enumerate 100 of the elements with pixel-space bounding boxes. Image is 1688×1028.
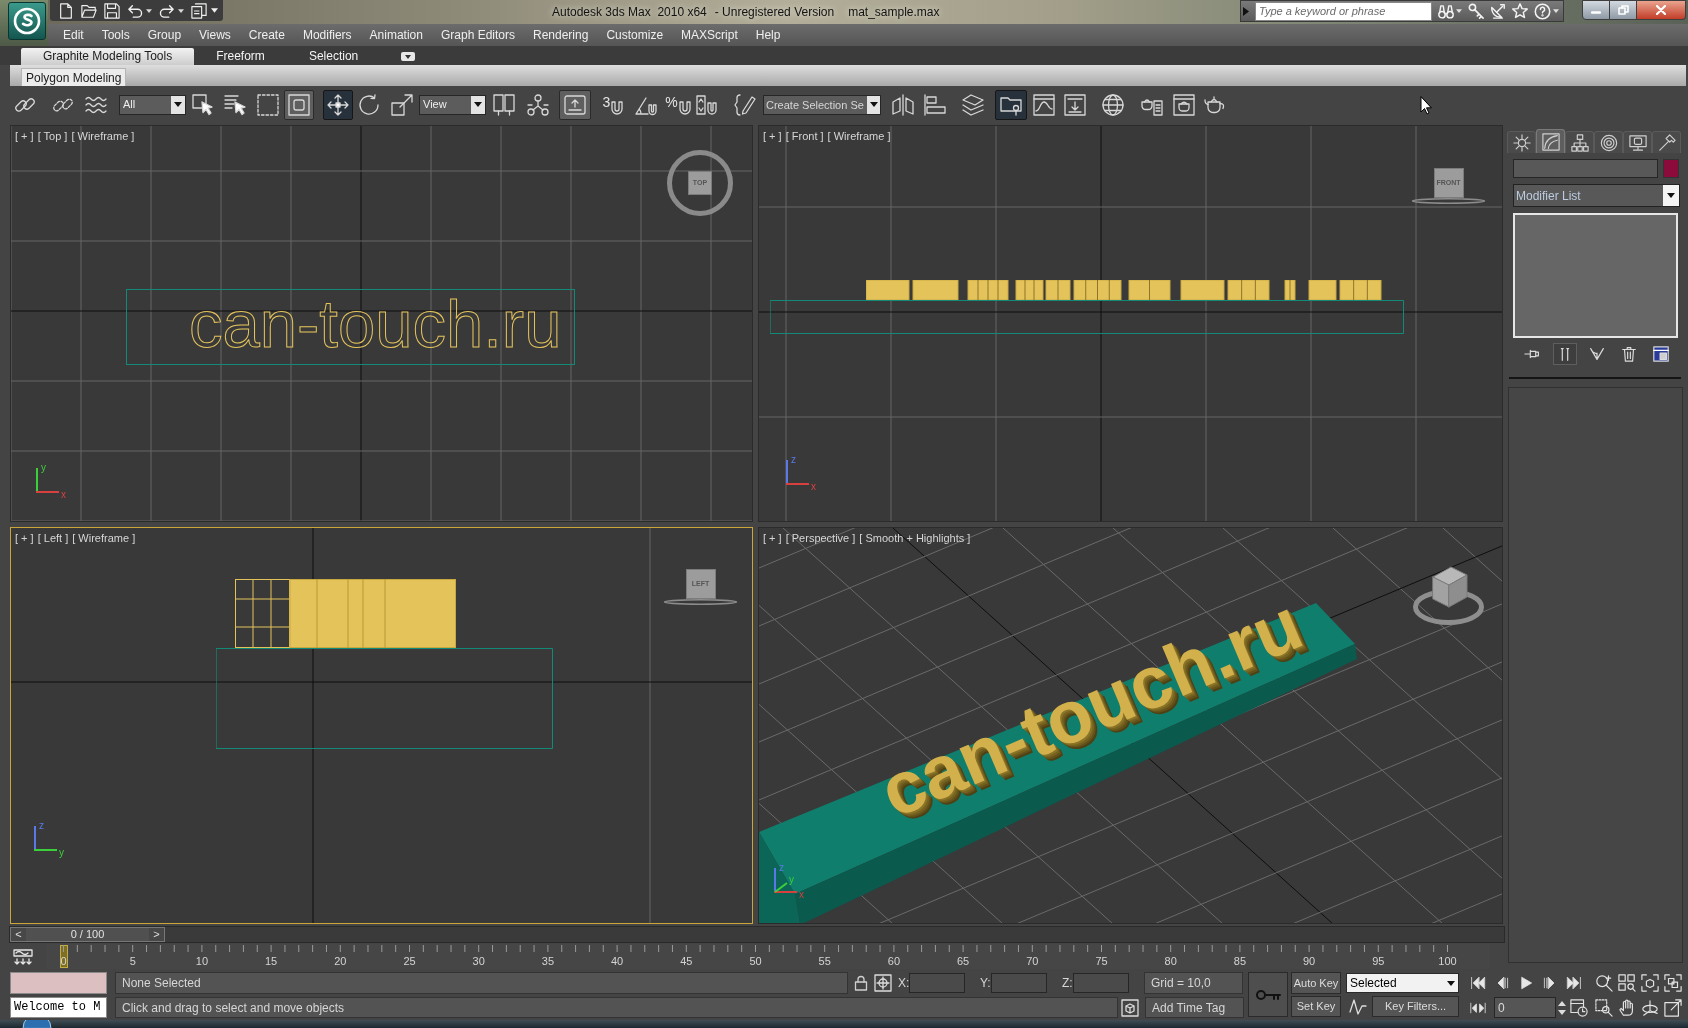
command-panel-tab[interactable] xyxy=(1594,131,1623,153)
menu-item[interactable]: Customize xyxy=(597,24,673,46)
viewport-point-of-view-menu[interactable]: [ Perspective ] xyxy=(785,530,856,547)
time-slider-track[interactable]: < 0 / 100 > xyxy=(9,925,1505,943)
ribbon-tab[interactable]: Graphite Modeling Tools xyxy=(21,48,195,65)
menu-item[interactable]: Modifiers xyxy=(293,24,361,46)
cube-box-icon[interactable] xyxy=(1121,998,1139,1017)
selection-filter-dropdown[interactable]: All xyxy=(119,94,186,115)
maximize-button[interactable] xyxy=(1610,0,1637,20)
selection-set-field[interactable]: Create Selection Se xyxy=(763,94,881,115)
undo-arrow-icon[interactable] xyxy=(127,3,143,18)
help-icon[interactable] xyxy=(1534,2,1551,20)
ribbon-panel-tab[interactable]: Polygon Modeling xyxy=(21,68,127,86)
modifier-list-dropdown[interactable]: Modifier List xyxy=(1513,184,1680,207)
grid-magnifier-icon[interactable] xyxy=(1617,974,1636,992)
redo-arrow-icon[interactable] xyxy=(159,3,175,18)
ribbon-tab[interactable]: Selection xyxy=(286,48,381,65)
command-panel-tab[interactable] xyxy=(1623,131,1652,153)
viewport-general-menu[interactable]: [ + ] xyxy=(15,128,34,145)
object-color-swatch[interactable] xyxy=(1663,159,1679,178)
application-button[interactable] xyxy=(8,2,46,40)
reference-coordinate-dropdown[interactable]: View xyxy=(419,94,486,115)
viewport-point-of-view-menu[interactable]: [ Left ] xyxy=(37,530,69,547)
command-panel-tab[interactable] xyxy=(1536,129,1565,153)
key-filter-mode-dropdown[interactable]: Selected xyxy=(1346,973,1459,993)
outward-arrows-icon[interactable] xyxy=(1470,1000,1486,1015)
binoculars-icon[interactable] xyxy=(1438,3,1454,19)
go-to-start-icon[interactable] xyxy=(1470,975,1486,991)
crosshair-icon[interactable] xyxy=(874,974,892,992)
viewport-point-of-view-menu[interactable]: [ Front ] xyxy=(785,128,824,145)
time-slider-thumb[interactable]: < 0 / 100 > xyxy=(10,926,165,942)
documents-icon[interactable] xyxy=(191,2,207,19)
menu-item[interactable]: Animation xyxy=(360,24,432,46)
menu-item[interactable]: Help xyxy=(746,24,790,46)
viewport-general-menu[interactable]: [ + ] xyxy=(763,128,782,145)
go-to-end-icon[interactable] xyxy=(1566,975,1582,991)
caret-icon[interactable] xyxy=(146,8,152,13)
script-listener-input-field[interactable] xyxy=(10,972,107,994)
menu-item[interactable]: Views xyxy=(190,24,240,46)
satellite-dish-icon[interactable] xyxy=(1490,3,1506,19)
star-icon[interactable] xyxy=(1512,3,1528,19)
start-orb-icon[interactable] xyxy=(22,1020,52,1028)
coordinate-field[interactable] xyxy=(1073,973,1129,993)
orbit-icon[interactable] xyxy=(1640,998,1659,1017)
command-panel-tab[interactable] xyxy=(1652,131,1681,153)
set-key-button[interactable]: Set Key xyxy=(1291,996,1341,1017)
wave-arrows-icon[interactable] xyxy=(13,949,33,965)
menu-item[interactable]: Graph Editors xyxy=(431,24,524,46)
select-and-move-button[interactable] xyxy=(323,89,353,120)
box-brackets-icon[interactable] xyxy=(1640,974,1659,992)
command-panel-tab[interactable] xyxy=(1507,131,1536,153)
caret-tile-icon[interactable] xyxy=(401,52,416,61)
graphite-tools-button[interactable] xyxy=(995,89,1027,120)
hand-icon[interactable] xyxy=(1617,998,1636,1017)
close-button[interactable] xyxy=(1637,0,1686,20)
search-field[interactable]: Type a keyword or phrase xyxy=(1255,1,1432,21)
minimize-button[interactable] xyxy=(1582,0,1610,20)
menu-item[interactable]: Rendering xyxy=(524,24,598,46)
menu-item[interactable]: Group xyxy=(138,24,191,46)
coordinate-field[interactable] xyxy=(991,973,1047,993)
command-panel-tab[interactable] xyxy=(1565,131,1594,153)
object-name-field[interactable] xyxy=(1513,159,1658,178)
modifier-stack-list[interactable] xyxy=(1513,213,1678,338)
keyboard-shortcut-override-button[interactable] xyxy=(559,89,591,120)
caret-icon[interactable] xyxy=(1456,9,1462,13)
caret-icon[interactable] xyxy=(1553,9,1559,13)
menu-item[interactable]: Edit xyxy=(54,24,93,46)
open-folder-icon[interactable] xyxy=(81,2,97,19)
viewport-shading-menu[interactable]: [ Wireframe ] xyxy=(827,128,891,145)
magnifier-plus-icon[interactable] xyxy=(1594,974,1613,992)
right-triangle-icon[interactable] xyxy=(1243,6,1249,16)
menu-item[interactable]: Tools xyxy=(92,24,139,46)
menu-item[interactable]: Create xyxy=(239,24,294,46)
boxes-brackets-icon[interactable] xyxy=(1663,974,1682,992)
viewport-shading-menu[interactable]: [ Wireframe ] xyxy=(71,128,135,145)
window-clock-icon[interactable] xyxy=(1570,998,1588,1017)
viewport-general-menu[interactable]: [ + ] xyxy=(15,530,34,547)
viewport-point-of-view-menu[interactable]: [ Top ] xyxy=(37,128,68,145)
coordinate-field[interactable] xyxy=(909,973,965,993)
show-end-result-button[interactable] xyxy=(1553,343,1577,365)
viewport-general-menu[interactable]: [ + ] xyxy=(763,530,782,547)
key-icon[interactable] xyxy=(1468,3,1484,19)
zigzag-curve-icon[interactable] xyxy=(1349,997,1367,1016)
dashed-magnifier-icon[interactable] xyxy=(1594,998,1613,1017)
key-filters-button[interactable]: Key Filters... xyxy=(1372,996,1459,1017)
current-frame-marker[interactable] xyxy=(59,945,68,968)
percent-snap-button[interactable]: % xyxy=(663,89,693,120)
ribbon-tab[interactable]: Freeform xyxy=(194,48,287,65)
new-file-icon[interactable] xyxy=(58,2,74,19)
spinner-arrows-icon[interactable] xyxy=(1558,1000,1566,1015)
window-crossing-button[interactable] xyxy=(284,89,314,120)
snaps-toggle-button[interactable]: 3 xyxy=(597,89,629,120)
script-listener-output-field[interactable]: Welcome to M xyxy=(10,997,107,1018)
current-frame-field[interactable]: 0 xyxy=(1494,997,1556,1018)
next-frame-button[interactable]: > xyxy=(149,927,164,941)
auto-key-button[interactable]: Auto Key xyxy=(1291,972,1341,994)
viewport-shading-menu[interactable]: [ Smooth + Highlights ] xyxy=(859,530,971,547)
lock-icon[interactable] xyxy=(854,975,868,991)
caret-icon[interactable] xyxy=(211,8,218,13)
previous-frame-button[interactable]: < xyxy=(11,927,26,941)
